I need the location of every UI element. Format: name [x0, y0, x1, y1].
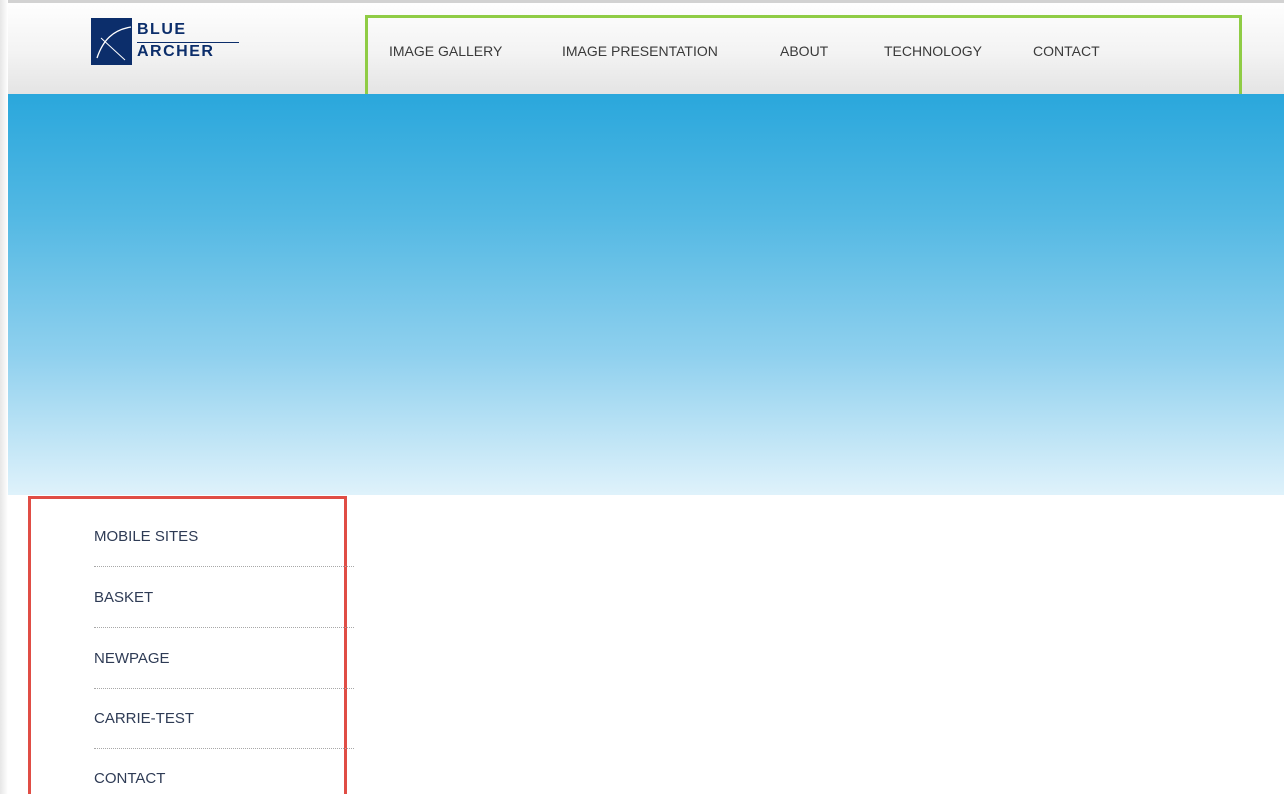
sidebar-item-newpage[interactable]: NEWPAGE [94, 650, 170, 667]
sidebar-item-basket[interactable]: BASKET [94, 589, 153, 606]
brand-wordmark: BLUE ARCHER [137, 21, 214, 61]
brand-line-2: ARCHER [137, 43, 215, 60]
sidebar-divider [94, 688, 354, 689]
page: BLUE ARCHER IMAGE GALLERY IMAGE PRESENTA… [0, 0, 1284, 794]
hero-banner [8, 94, 1284, 495]
side-navigation: MOBILE SITES BASKET NEWPAGE CARRIE-TEST … [28, 496, 354, 794]
sidebar-item-mobile-sites[interactable]: MOBILE SITES [94, 528, 198, 545]
nav-contact[interactable]: CONTACT [1033, 43, 1100, 59]
top-navigation: IMAGE GALLERY IMAGE PRESENTATION ABOUT T… [365, 15, 1242, 99]
sidebar-divider [94, 566, 354, 567]
site-header: BLUE ARCHER IMAGE GALLERY IMAGE PRESENTA… [8, 0, 1284, 99]
nav-image-presentation[interactable]: IMAGE PRESENTATION [562, 43, 718, 59]
left-edge-shadow [0, 0, 8, 794]
brand-divider [137, 42, 239, 43]
nav-technology[interactable]: TECHNOLOGY [884, 43, 982, 59]
archer-bow-icon [91, 18, 132, 65]
nav-about[interactable]: ABOUT [780, 43, 828, 59]
brand-line-1: BLUE [137, 21, 187, 38]
brand-logo[interactable]: BLUE ARCHER [91, 18, 239, 65]
sidebar-item-carrie-test[interactable]: CARRIE-TEST [94, 710, 194, 727]
sidebar-item-contact[interactable]: CONTACT [94, 770, 165, 787]
nav-image-gallery[interactable]: IMAGE GALLERY [389, 43, 502, 59]
sidebar-divider [94, 627, 354, 628]
sidebar-divider [94, 748, 354, 749]
